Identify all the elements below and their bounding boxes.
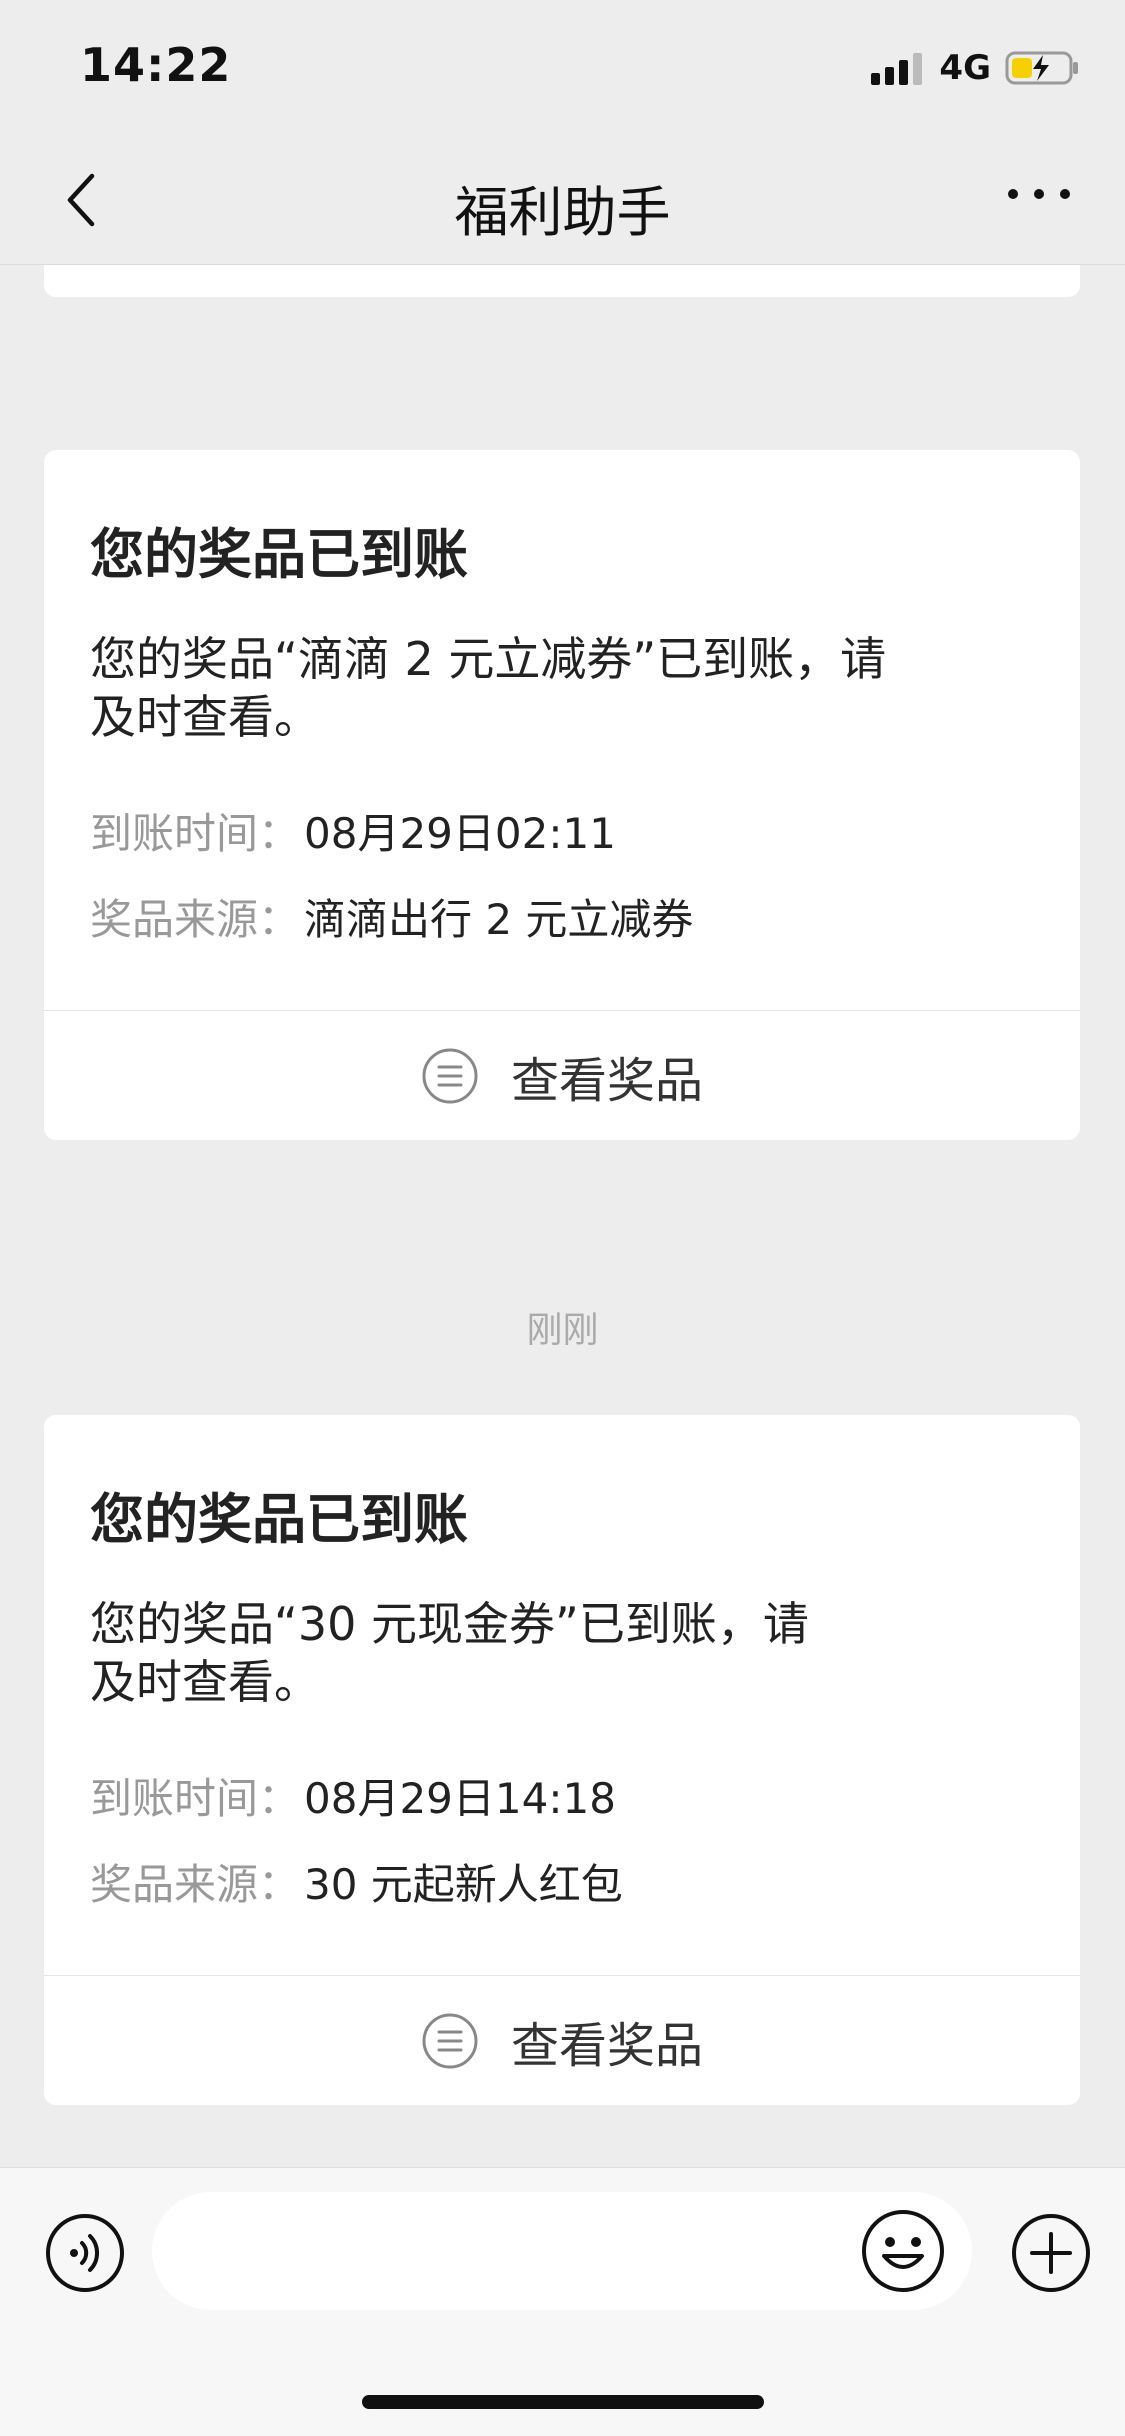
home-indicator[interactable]	[362, 2395, 764, 2409]
message-input[interactable]	[152, 2192, 972, 2310]
arrival-time-row: 到账时间： 08月29日02:11	[90, 800, 616, 861]
message-timestamp: 刚刚	[526, 1310, 599, 1351]
prize-source-label: 奖品来源：	[90, 895, 301, 944]
message-card: 您的奖品已到账 您的奖品“30 元现金券”已到账，请 及时查看。 到账时间： 0…	[44, 1415, 1080, 2105]
list-icon	[422, 1048, 478, 1104]
message-body-line: 您的奖品“30 元现金券”已到账，请	[90, 1597, 809, 1651]
prize-source-row: 奖品来源： 30 元起新人红包	[90, 1851, 623, 1912]
network-label: 4G	[939, 48, 991, 88]
prize-source-label: 奖品来源：	[90, 1860, 301, 1909]
page-title: 福利助手	[454, 181, 671, 244]
battery-charging-icon	[1005, 51, 1078, 85]
arrival-time-label: 到账时间：	[90, 809, 301, 858]
message-body-line: 您的奖品“滴滴 2 元立减券”已到账，请	[90, 632, 887, 686]
view-prize-button[interactable]: 查看奖品	[44, 1976, 1080, 2106]
view-prize-button[interactable]: 查看奖品	[44, 1011, 1080, 1141]
chat-screen: 14:22 4G 福利助手 您的奖品已到账 您的奖品“滴滴 2 元立减券”已到账…	[0, 0, 1125, 2436]
message-title: 您的奖品已到账	[90, 1488, 468, 1551]
status-bar: 14:22 4G	[0, 0, 1125, 132]
arrival-time-label: 到账时间：	[90, 1774, 301, 1823]
prize-source-value: 滴滴出行 2 元立减券	[304, 895, 694, 944]
arrival-time-value: 08月29日14:18	[304, 1774, 616, 1823]
view-prize-label: 查看奖品	[510, 1053, 703, 1109]
view-prize-label: 查看奖品	[510, 2018, 703, 2074]
signal-bars-icon	[871, 53, 923, 85]
message-card-partial	[44, 265, 1080, 297]
arrival-time-row: 到账时间： 08月29日14:18	[90, 1765, 616, 1826]
message-body-line: 及时查看。	[90, 1655, 320, 1709]
list-icon	[422, 2013, 478, 2069]
plus-icon[interactable]	[1010, 2212, 1092, 2294]
emoji-icon[interactable]	[860, 2208, 946, 2294]
nav-bar: 福利助手	[0, 132, 1125, 265]
message-body: 您的奖品“滴滴 2 元立减券”已到账，请 及时查看。	[90, 630, 990, 746]
status-indicators: 4G	[871, 48, 1081, 88]
arrival-time-value: 08月29日02:11	[304, 809, 616, 858]
message-title: 您的奖品已到账	[90, 523, 468, 586]
prize-source-value: 30 元起新人红包	[304, 1860, 623, 1909]
prize-source-row: 奖品来源： 滴滴出行 2 元立减券	[90, 886, 693, 947]
status-time: 14:22	[80, 38, 232, 92]
message-body: 您的奖品“30 元现金券”已到账，请 及时查看。	[90, 1595, 990, 1711]
message-list[interactable]: 您的奖品已到账 您的奖品“滴滴 2 元立减券”已到账，请 及时查看。 到账时间：…	[0, 265, 1125, 2167]
message-card: 您的奖品已到账 您的奖品“滴滴 2 元立减券”已到账，请 及时查看。 到账时间：…	[44, 450, 1080, 1140]
message-body-line: 及时查看。	[90, 690, 320, 744]
voice-icon[interactable]	[44, 2212, 126, 2294]
more-dots-icon[interactable]	[1007, 184, 1071, 204]
